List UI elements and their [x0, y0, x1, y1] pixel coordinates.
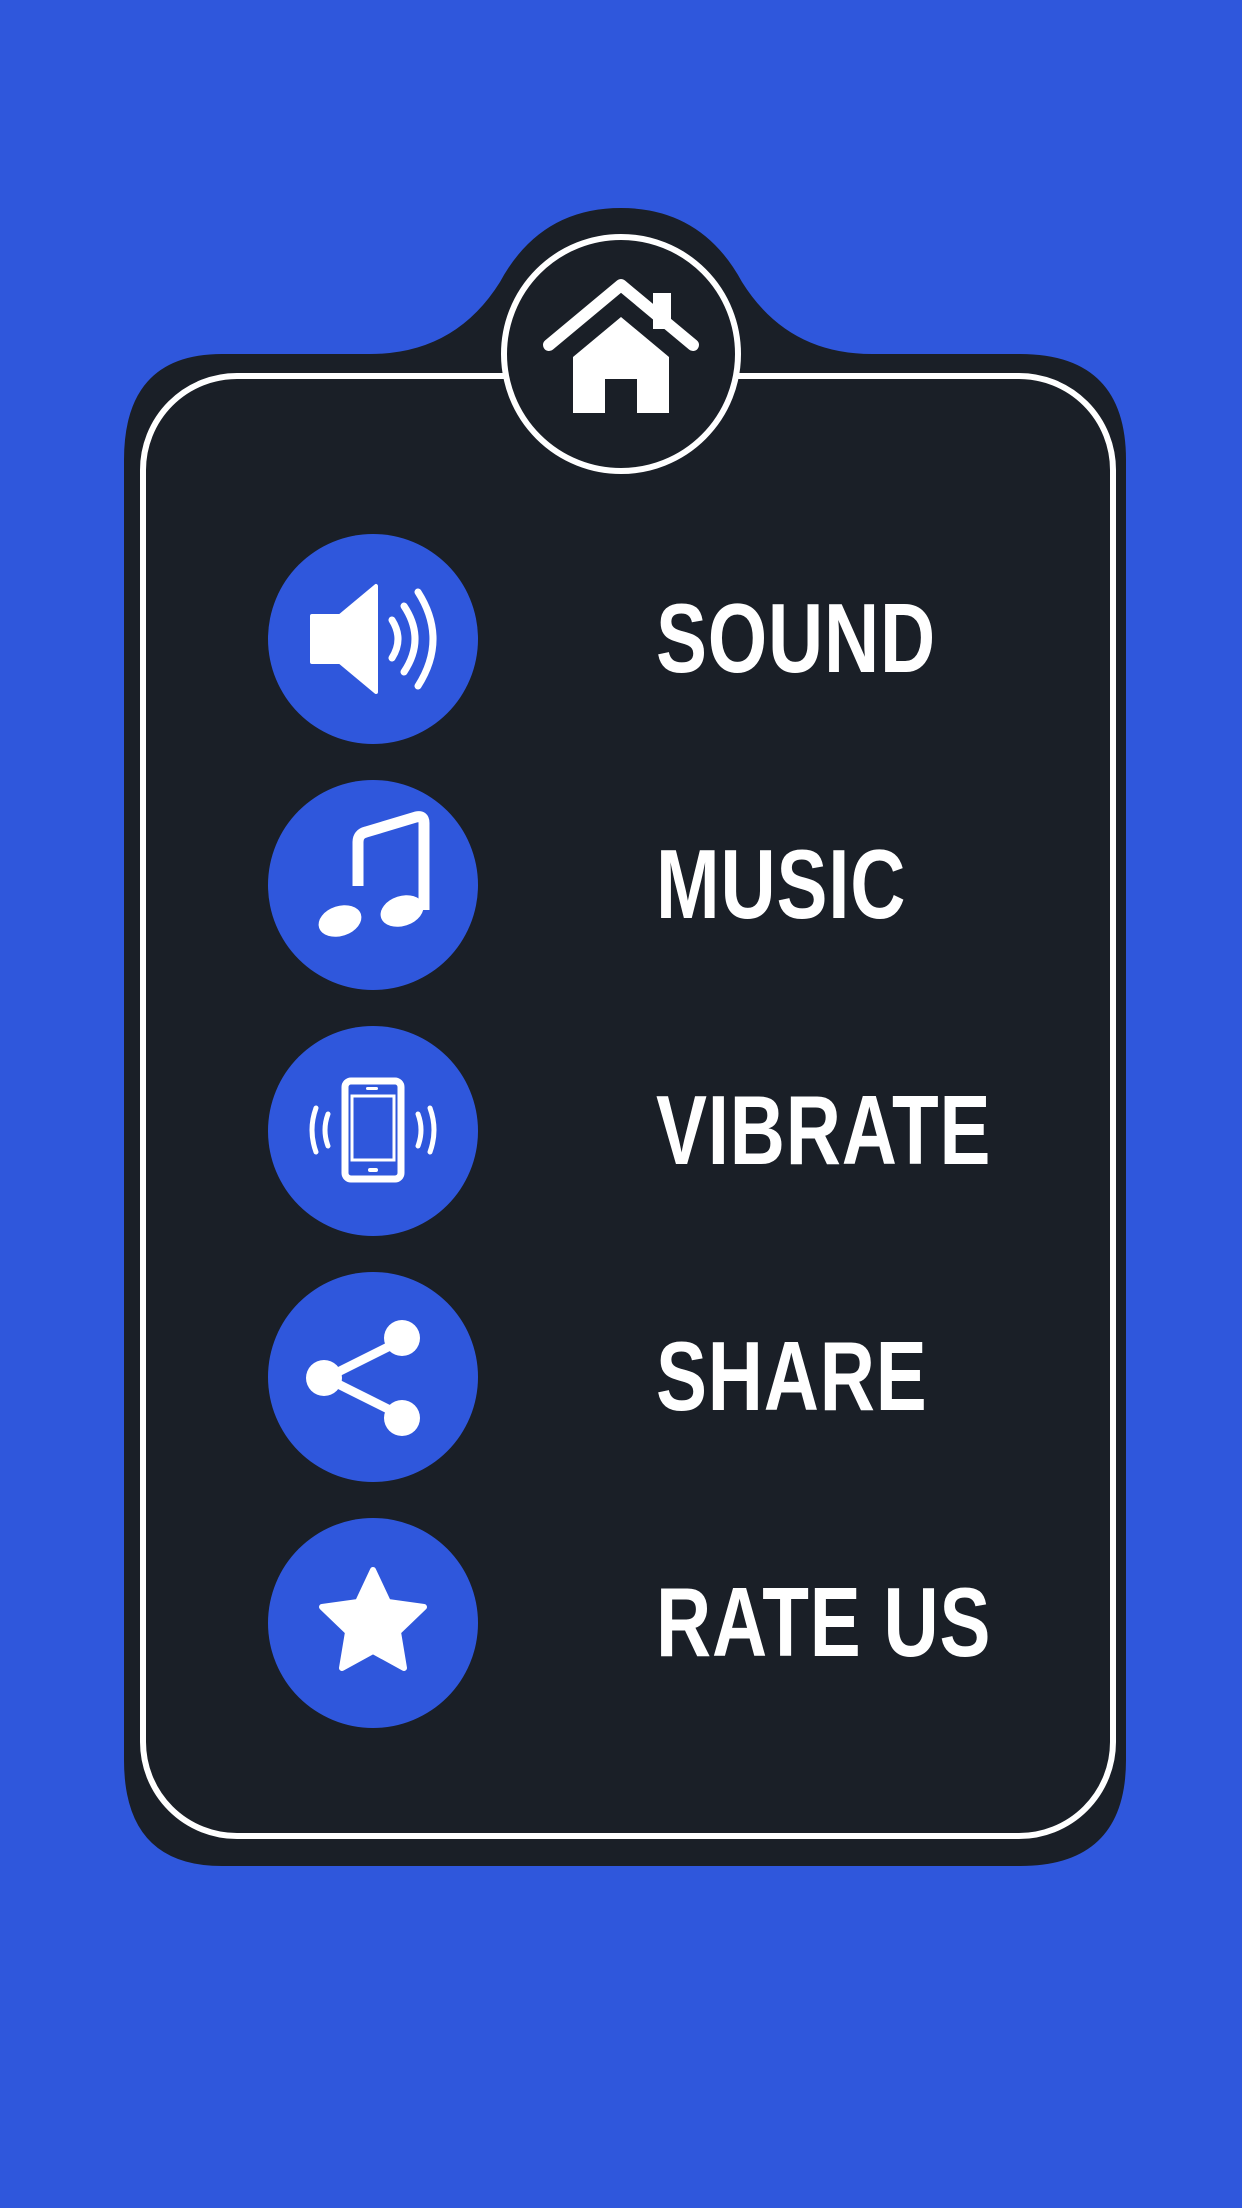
menu-item-label: VIBRATE: [656, 1075, 992, 1185]
menu-item-rate-us[interactable]: RATE US: [268, 1518, 1008, 1728]
menu-item-label: RATE US: [656, 1567, 992, 1677]
menu-item-music[interactable]: MUSIC: [268, 780, 1008, 990]
vibrate-icon-button: [268, 1026, 478, 1236]
menu-item-label: SHARE: [656, 1321, 928, 1431]
menu-item-label: SOUND: [656, 583, 936, 693]
home-button[interactable]: [511, 237, 731, 457]
share-icon: [306, 1320, 420, 1436]
music-icon-button: [268, 780, 478, 990]
sound-icon-button: [268, 534, 478, 744]
menu-item-vibrate[interactable]: VIBRATE: [268, 1026, 1008, 1236]
rate-icon-button: [268, 1518, 478, 1728]
vibrate-phone-icon: [309, 1077, 437, 1183]
settings-screen: SOUND MUSIC VIBRATE SHARE RATE US: [0, 0, 1242, 2208]
menu-item-label: MUSIC: [656, 829, 907, 939]
share-icon-button: [268, 1272, 478, 1482]
star-icon: [319, 1567, 427, 1671]
speaker-icon: [310, 584, 437, 694]
music-note-icon: [318, 811, 430, 937]
menu-item-share[interactable]: SHARE: [268, 1272, 1008, 1482]
menu-item-sound[interactable]: SOUND: [268, 534, 1008, 744]
home-icon: [543, 279, 699, 413]
